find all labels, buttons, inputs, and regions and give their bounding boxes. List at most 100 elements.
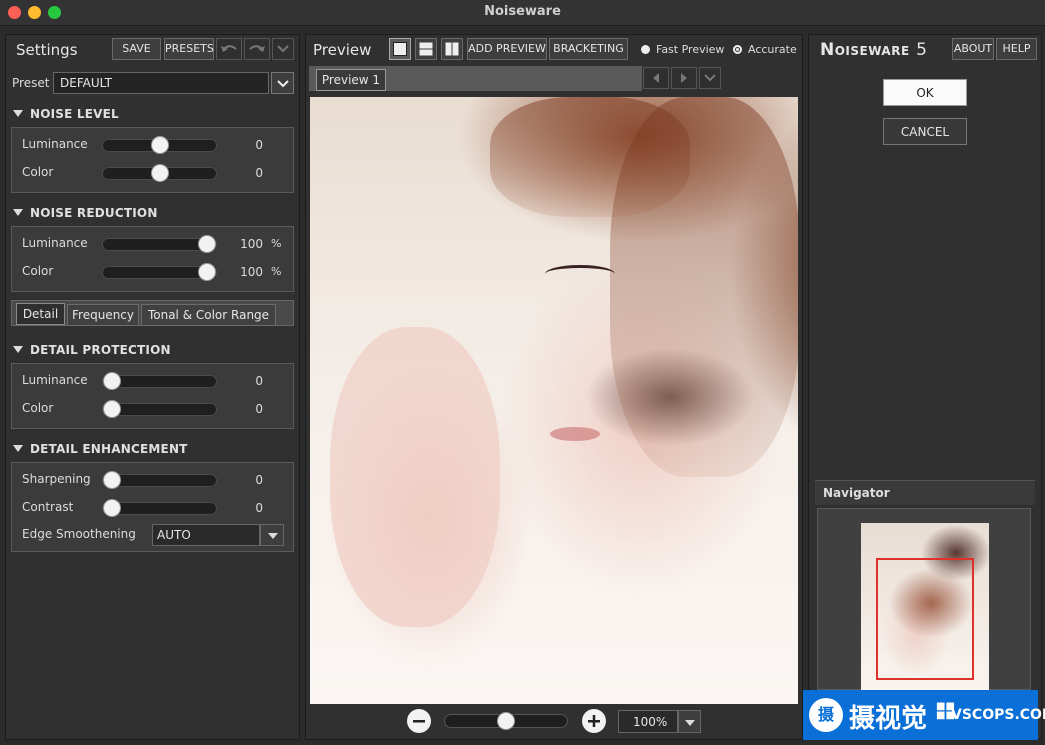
slider-knob[interactable] — [103, 499, 121, 517]
noise-reduction-color-value: 100 — [240, 265, 263, 279]
noise-level-luminance-slider[interactable] — [102, 136, 217, 154]
next-preview-button[interactable] — [671, 67, 697, 89]
edge-smoothening-dropdown-button[interactable] — [260, 524, 284, 546]
split-vertical-button[interactable] — [441, 38, 463, 60]
save-button[interactable]: SAVE — [112, 38, 161, 60]
slider-knob[interactable] — [103, 471, 121, 489]
accurate-label[interactable]: Accurate — [748, 43, 797, 56]
watermark-badge-text: 摄 — [817, 705, 834, 724]
caret-down-icon — [268, 533, 278, 539]
contrast-slider[interactable] — [102, 499, 217, 517]
logo-version: 5 — [916, 40, 928, 60]
accurate-radio[interactable] — [733, 45, 742, 54]
single-view-icon — [393, 42, 407, 56]
slider-knob[interactable] — [150, 136, 169, 154]
fast-preview-label[interactable]: Fast Preview — [656, 43, 724, 56]
caret-right-icon — [681, 73, 687, 83]
undo-button[interactable] — [216, 38, 242, 60]
help-button[interactable]: HELP — [996, 38, 1037, 60]
collapse-triangle-icon — [13, 110, 23, 117]
noise-level-color-value: 0 — [255, 166, 263, 180]
preset-select[interactable]: DEFAULT — [53, 72, 269, 94]
split-horizontal-button[interactable] — [415, 38, 437, 60]
hair-shape — [490, 97, 690, 217]
zoom-slider-knob[interactable] — [497, 712, 515, 730]
sharpening-slider[interactable] — [102, 471, 217, 489]
preset-dropdown-button[interactable] — [271, 72, 294, 94]
hand-shape — [330, 327, 500, 627]
zoom-out-button[interactable] — [407, 709, 431, 733]
navigator-header: Navigator — [815, 480, 1035, 505]
add-preview-button[interactable]: ADD PREVIEW — [467, 38, 547, 60]
detail-protection-luminance-slider[interactable] — [102, 372, 217, 390]
chevron-down-icon — [277, 80, 289, 88]
noise-level-luminance-label: Luminance — [22, 137, 88, 151]
minus-icon — [413, 720, 425, 723]
undo-icon — [221, 45, 237, 52]
redo-button[interactable] — [244, 38, 270, 60]
edge-smoothening-select[interactable]: AUTO — [152, 524, 260, 546]
zoom-level-field[interactable]: 100% — [618, 710, 678, 733]
noise-reduction-luminance-value: 100 — [240, 237, 263, 251]
tab-preview-1[interactable]: Preview 1 — [316, 69, 386, 91]
preview-image[interactable] — [310, 97, 798, 704]
noise-reduction-color-slider[interactable] — [102, 263, 217, 281]
detail-enhancement-header[interactable]: DETAIL ENHANCEMENT — [13, 442, 188, 456]
slider-knob[interactable] — [150, 164, 169, 182]
history-dropdown-button[interactable] — [272, 38, 294, 60]
prev-preview-button[interactable] — [643, 67, 669, 89]
noise-reduction-luminance-slider[interactable] — [102, 235, 217, 253]
single-view-button[interactable] — [389, 38, 411, 60]
about-button[interactable]: ABOUT — [952, 38, 994, 60]
fast-preview-radio[interactable] — [641, 45, 650, 54]
detail-protection-luminance-label: Luminance — [22, 373, 88, 387]
zoom-slider[interactable] — [444, 712, 568, 730]
tab-tonal-color-range[interactable]: Tonal & Color Range — [141, 304, 276, 326]
caret-left-icon — [653, 73, 659, 83]
noise-reduction-color-label: Color — [22, 264, 54, 278]
noise-reduction-header[interactable]: NOISE REDUCTION — [13, 206, 158, 220]
zoom-level-value: 100% — [633, 715, 668, 729]
navigator-title: Navigator — [823, 486, 890, 500]
preview-title: Preview — [313, 41, 372, 59]
detail-protection-color-value: 0 — [255, 402, 263, 416]
detail-protection-luminance-value: 0 — [255, 374, 263, 388]
collapse-triangle-icon — [13, 445, 23, 452]
detail-protection-header[interactable]: DETAIL PROTECTION — [13, 343, 171, 357]
tab-detail[interactable]: Detail — [16, 303, 65, 325]
slider-knob[interactable] — [103, 400, 121, 418]
edge-smoothening-label: Edge Smoothening — [22, 527, 136, 541]
watermark-cn-text: 摄视觉 — [849, 704, 928, 734]
detail-protection-color-label: Color — [22, 401, 54, 415]
noise-level-header[interactable]: NOISE LEVEL — [13, 107, 119, 121]
detail-enhancement-title: DETAIL ENHANCEMENT — [30, 442, 188, 456]
noise-level-color-label: Color — [22, 165, 54, 179]
cancel-button[interactable]: CANCEL — [883, 118, 967, 145]
noise-reduction-luminance-unit: % — [271, 237, 282, 250]
chevron-down-icon — [704, 74, 716, 82]
detail-protection-color-slider[interactable] — [102, 400, 217, 418]
sharpening-label: Sharpening — [22, 472, 91, 486]
noise-reduction-color-unit: % — [271, 265, 282, 278]
preset-select-value: DEFAULT — [60, 76, 112, 90]
ok-button[interactable]: OK — [883, 79, 967, 106]
tab-frequency[interactable]: Frequency — [67, 304, 139, 326]
slider-knob[interactable] — [198, 263, 216, 281]
watermark-badge: 摄 — [809, 698, 843, 732]
zoom-in-button[interactable] — [582, 709, 606, 733]
zoom-dropdown-button[interactable] — [678, 710, 701, 733]
watermark-banner: 摄 摄视觉 ■■■■ VSCOPS.COM — [803, 690, 1045, 740]
navigator-viewport-rect[interactable] — [876, 558, 974, 680]
detail-protection-title: DETAIL PROTECTION — [30, 343, 171, 357]
noise-level-luminance-value: 0 — [255, 138, 263, 152]
slider-knob[interactable] — [198, 235, 216, 253]
slider-knob[interactable] — [103, 372, 121, 390]
noise-level-color-slider[interactable] — [102, 164, 217, 182]
preview-menu-button[interactable] — [699, 67, 721, 89]
noise-reduction-luminance-label: Luminance — [22, 236, 88, 250]
sharpening-value: 0 — [255, 473, 263, 487]
bracketing-button[interactable]: BRACKETING — [549, 38, 628, 60]
logo-text: Noiseware — [820, 40, 910, 60]
noiseware-logo: Noiseware 5 — [820, 40, 927, 60]
presets-button[interactable]: PRESETS — [164, 38, 214, 60]
